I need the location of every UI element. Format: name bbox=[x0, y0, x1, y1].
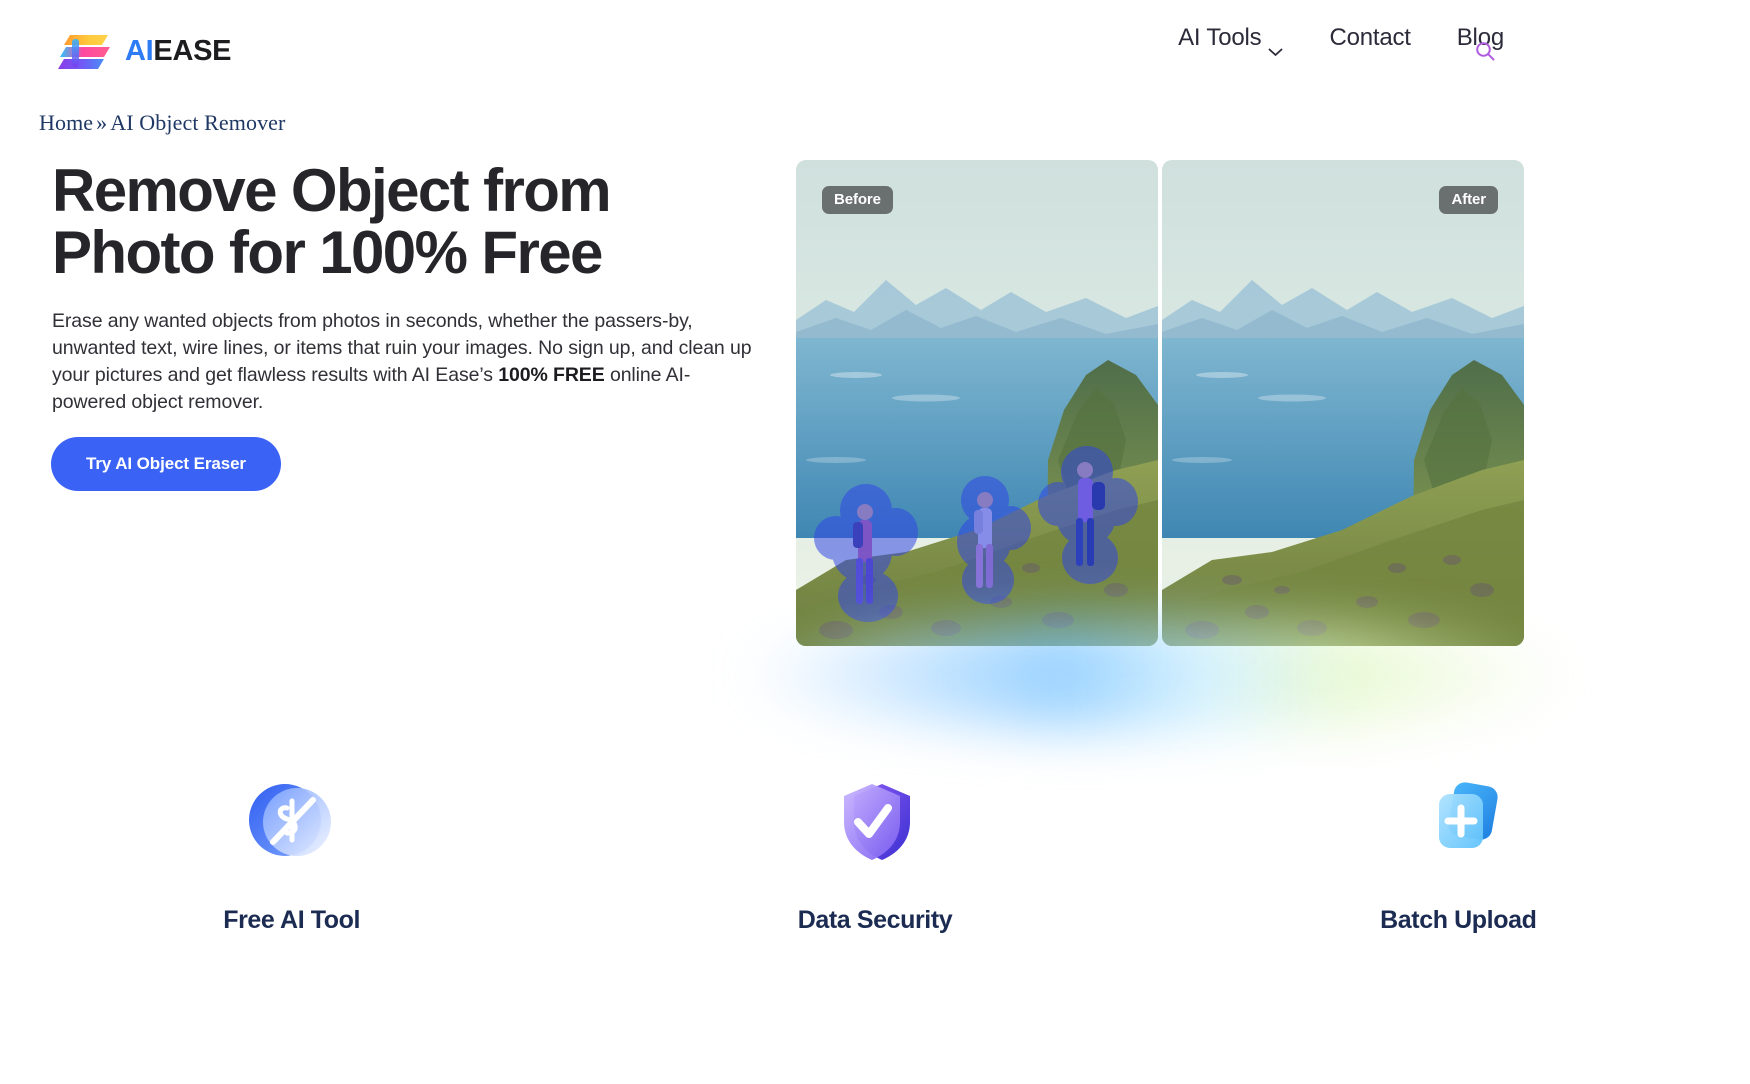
aiease-logo-mark bbox=[58, 27, 114, 75]
feature-data-security: Data Security bbox=[685, 770, 1065, 935]
hero-description-highlight: 100% FREE bbox=[498, 364, 605, 386]
before-after-comparison: Before After bbox=[796, 160, 1524, 646]
feature-label-batch-upload: Batch Upload bbox=[1380, 906, 1537, 934]
feature-free-ai-tool: Free AI Tool bbox=[102, 770, 482, 935]
before-badge: Before bbox=[822, 186, 893, 214]
logo[interactable]: AIEASE bbox=[58, 27, 231, 75]
feature-batch-upload: Batch Upload bbox=[1268, 770, 1648, 935]
decorative-glow bbox=[740, 620, 1580, 730]
logo-text: AIEASE bbox=[125, 34, 232, 67]
nav-label-ai-tools: AI Tools bbox=[1178, 24, 1262, 51]
after-badge: After bbox=[1439, 186, 1498, 214]
before-image[interactable]: Before bbox=[796, 160, 1158, 646]
page-root: AIEASE AI Tools Contact Blog Home » AI O… bbox=[0, 0, 1750, 1084]
feature-label-free-ai-tool: Free AI Tool bbox=[223, 906, 361, 934]
before-photo bbox=[796, 160, 1158, 646]
feature-label-data-security: Data Security bbox=[797, 906, 953, 934]
after-image[interactable]: After bbox=[1162, 160, 1524, 646]
nav-item-ai-tools[interactable]: AI Tools bbox=[1178, 24, 1283, 56]
page-title-line-2: Photo for 100% Free bbox=[52, 219, 603, 286]
after-photo bbox=[1162, 160, 1524, 646]
logo-text-ease: EASE bbox=[153, 34, 232, 67]
search-icon[interactable] bbox=[1470, 36, 1500, 66]
page-title-line-1: Remove Object from bbox=[52, 157, 612, 224]
main-navigation: AI Tools Contact Blog bbox=[1178, 24, 1504, 56]
breadcrumb-separator: » bbox=[96, 110, 108, 135]
shield-check-icon bbox=[820, 770, 930, 870]
feature-highlights: Free AI Tool Data Security Batch Upload bbox=[0, 770, 1750, 935]
chevron-down-icon bbox=[1268, 36, 1283, 56]
free-dollar-icon bbox=[237, 770, 347, 870]
site-header: AIEASE AI Tools Contact Blog bbox=[0, 0, 1750, 102]
logo-text-ai: AI bbox=[125, 34, 154, 67]
breadcrumb-home[interactable]: Home bbox=[39, 110, 93, 135]
breadcrumb: Home» AI Object Remover bbox=[39, 110, 285, 136]
breadcrumb-current: AI Object Remover bbox=[110, 110, 286, 135]
hero-description: Erase any wanted objects from photos in … bbox=[52, 308, 758, 416]
page-title: Remove Object from Photo for 100% Free bbox=[52, 160, 752, 284]
batch-upload-icon bbox=[1403, 770, 1513, 870]
try-ai-object-eraser-button[interactable]: Try AI Object Eraser bbox=[51, 437, 281, 491]
nav-label-contact: Contact bbox=[1329, 24, 1411, 51]
nav-item-contact[interactable]: Contact bbox=[1329, 24, 1411, 52]
